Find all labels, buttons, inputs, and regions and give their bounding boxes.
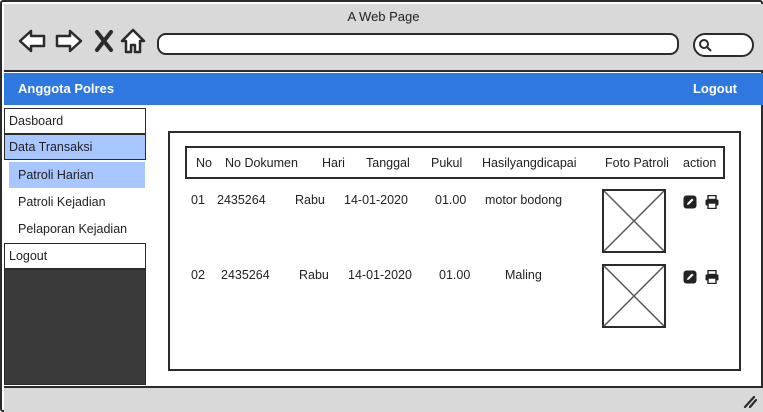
column-header-pukul: Pukul xyxy=(431,156,463,170)
cell-hari: Rabu xyxy=(295,193,325,207)
print-icon[interactable] xyxy=(705,270,719,284)
column-header-hari: Hari xyxy=(322,156,345,170)
cell-doc: 2435264 xyxy=(217,193,266,207)
browser-window: A Web Page Anggota Polres Logout Dasboar… xyxy=(0,0,763,412)
sidebar-subitem-patroli-harian[interactable]: Patroli Harian xyxy=(9,162,145,188)
image-placeholder-icon xyxy=(602,189,666,253)
status-bar xyxy=(4,386,763,412)
sidebar-item-data-transaksi[interactable]: Data Transaksi xyxy=(4,134,146,160)
close-icon[interactable] xyxy=(88,26,120,56)
cell-no: 02 xyxy=(191,268,205,282)
cell-tanggal: 14-01-2020 xyxy=(344,193,408,207)
home-icon[interactable] xyxy=(117,26,149,56)
column-header-no-dokumen: No Dokumen xyxy=(225,156,298,170)
sidebar: Dasboard Data Transaksi Patroli Harian P… xyxy=(4,107,147,385)
cell-doc: 2435264 xyxy=(221,268,270,282)
browser-toolbar: A Web Page xyxy=(4,4,763,72)
cell-hari: Rabu xyxy=(299,268,329,282)
arrow-left-icon[interactable] xyxy=(16,26,48,56)
edit-icon[interactable] xyxy=(683,195,697,209)
search-icon xyxy=(699,39,712,52)
sidebar-filler xyxy=(4,269,146,385)
cell-hasil: Maling xyxy=(505,268,542,282)
cell-no: 01 xyxy=(191,193,205,207)
header-logout-link[interactable]: Logout xyxy=(693,81,737,96)
image-placeholder-icon xyxy=(602,264,666,328)
search-input[interactable] xyxy=(693,33,754,57)
cell-pukul: 01.00 xyxy=(435,193,467,207)
app-header: Anggota Polres Logout xyxy=(4,73,763,105)
table-row: 02 2435264 Rabu 14-01-2020 01.00 Maling xyxy=(170,264,743,334)
edit-icon[interactable] xyxy=(683,270,697,284)
window-title: A Web Page xyxy=(347,9,420,24)
sidebar-subitem-patroli-kejadian[interactable]: Patroli Kejadian xyxy=(9,189,145,215)
sidebar-item-logout[interactable]: Logout xyxy=(4,243,146,269)
arrow-right-icon[interactable] xyxy=(53,26,85,56)
column-header-foto-patroli: Foto Patroli xyxy=(605,156,669,170)
print-icon[interactable] xyxy=(705,195,719,209)
sidebar-item-dasboard[interactable]: Dasboard xyxy=(4,108,146,134)
sidebar-subitem-pelaporan-kejadian[interactable]: Pelaporan Kejadian xyxy=(9,216,145,242)
column-header-hasil: Hasilyangdicapai xyxy=(482,156,577,170)
cell-pukul: 01.00 xyxy=(439,268,471,282)
address-bar[interactable] xyxy=(157,33,679,55)
cell-tanggal: 14-01-2020 xyxy=(348,268,412,282)
column-header-tanggal: Tanggal xyxy=(366,156,410,170)
content-card: No No Dokumen Hari Tanggal Pukul Hasilya… xyxy=(168,131,741,371)
app-brand: Anggota Polres xyxy=(18,81,115,96)
cell-hasil: motor bodong xyxy=(485,193,563,207)
column-header-no: No xyxy=(196,156,212,170)
resize-grip-icon[interactable] xyxy=(741,394,757,408)
column-header-action: action xyxy=(683,156,717,170)
table-header: No No Dokumen Hari Tanggal Pukul Hasilya… xyxy=(185,146,725,179)
table-row: 01 2435264 Rabu 14-01-2020 01.00 motor b… xyxy=(170,189,743,259)
